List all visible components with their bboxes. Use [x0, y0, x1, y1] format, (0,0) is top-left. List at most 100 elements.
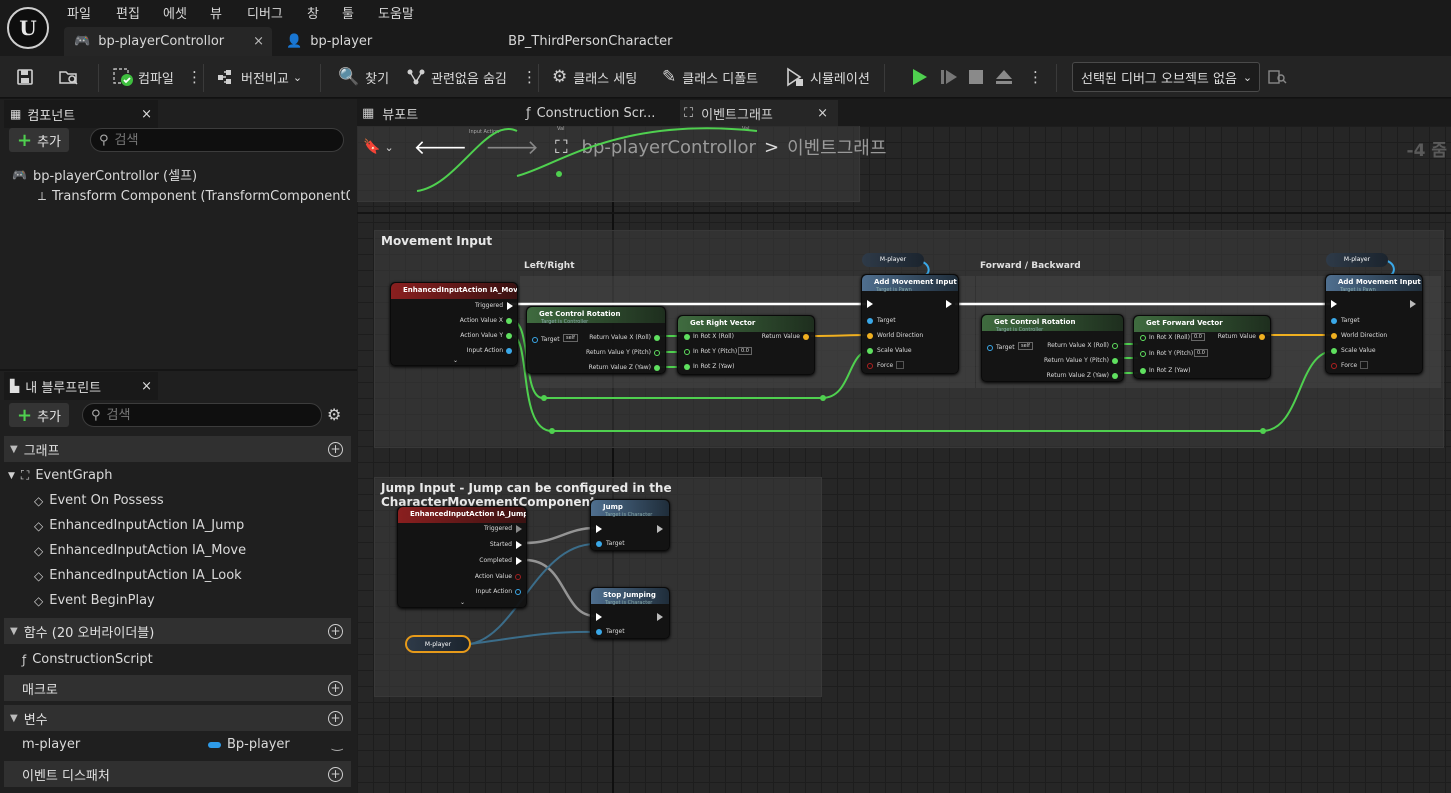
chevron-down-icon[interactable]: ⌄	[460, 599, 465, 606]
float-pin[interactable]	[506, 318, 512, 324]
variable-get-m-player-selected[interactable]: M-player	[405, 635, 471, 653]
checkbox[interactable]	[1360, 361, 1368, 369]
menu-window[interactable]: 창	[307, 3, 319, 22]
node-add-movement-input[interactable]: Add Movement Input Target is Pawn Target…	[861, 274, 959, 374]
close-icon[interactable]: ×	[141, 107, 152, 122]
close-icon[interactable]: ×	[141, 379, 152, 394]
section-macros[interactable]: 매크로 +	[4, 675, 351, 701]
float-pin[interactable]	[654, 335, 660, 341]
exec-pin[interactable]	[516, 525, 522, 533]
component-root[interactable]: 🎮 bp-playerControllor (셀프)	[12, 165, 197, 185]
object-pin[interactable]	[596, 629, 602, 635]
menu-asset[interactable]: 에셋	[163, 3, 187, 22]
blueprint-search-input[interactable]	[106, 407, 321, 423]
section-variables[interactable]: ▼ 변수 +	[4, 705, 351, 731]
vector-pin[interactable]	[1259, 334, 1265, 340]
variable-get-m-player[interactable]: M-player	[862, 253, 924, 267]
node-get-control-rotation[interactable]: Get Control Rotation Target is Controlle…	[526, 306, 666, 374]
object-pin[interactable]	[987, 345, 993, 351]
object-pin[interactable]	[867, 318, 873, 324]
components-tab[interactable]: ▦ 컴포넌트 ×	[4, 100, 158, 128]
event-item[interactable]: ◇ EnhancedInputAction IA_Look	[34, 568, 242, 583]
unreal-logo[interactable]: U	[7, 7, 49, 49]
float-pin[interactable]	[1112, 343, 1118, 349]
tab-bp-thirdpersoncharacter[interactable]: · BP_ThirdPersonCharacter	[486, 27, 726, 56]
menu-view[interactable]: 뷰	[210, 3, 222, 22]
event-item[interactable]: ◇ EnhancedInputAction IA_Move	[34, 543, 246, 558]
value-field[interactable]: 0.0	[1194, 349, 1208, 357]
float-pin[interactable]	[1140, 368, 1146, 374]
node-stop-jumping[interactable]: Stop Jumping Target is Character Target	[590, 587, 670, 639]
bool-pin[interactable]	[867, 363, 873, 369]
float-pin[interactable]	[654, 365, 660, 371]
event-item[interactable]: ◇ EnhancedInputAction IA_Jump	[34, 518, 244, 533]
exec-pin[interactable]	[507, 302, 513, 310]
exec-pin[interactable]	[1410, 300, 1416, 308]
save-button[interactable]	[16, 56, 34, 98]
eject-button[interactable]	[995, 56, 1013, 98]
node-jump[interactable]: Jump Target is Character Target	[590, 499, 670, 551]
menu-file[interactable]: 파일	[67, 3, 91, 22]
checkbox[interactable]	[896, 361, 904, 369]
bool-pin[interactable]	[515, 574, 521, 580]
exec-pin[interactable]	[516, 541, 522, 549]
node-get-right-vector[interactable]: Get Right Vector In Rot X (Roll) In Rot …	[677, 315, 815, 375]
value-field[interactable]: 0.0	[1191, 333, 1205, 341]
components-search-input[interactable]	[114, 132, 343, 148]
hide-unrelated-options-icon[interactable]: ⋮	[522, 56, 537, 98]
object-pin[interactable]	[506, 348, 512, 354]
object-pin[interactable]	[532, 337, 538, 343]
tab-construction-script[interactable]: ƒ Construction Scr...	[522, 100, 672, 126]
self-value[interactable]: self	[1018, 342, 1033, 350]
play-button[interactable]	[910, 56, 928, 98]
node-add-movement-input[interactable]: Add Movement Input Target is Pawn Target…	[1325, 274, 1423, 374]
add-macro-icon[interactable]: +	[328, 680, 343, 696]
add-function-icon[interactable]: +	[328, 623, 343, 639]
debug-object-select[interactable]: 선택된 디버그 오브젝트 없음 ⌄	[1072, 62, 1260, 92]
exec-pin[interactable]	[946, 300, 952, 308]
gear-icon[interactable]: ⚙	[327, 405, 341, 424]
event-graph-item[interactable]: ▼ ⛶ EventGraph	[8, 468, 112, 483]
close-icon[interactable]: ×	[817, 106, 828, 121]
object-pin[interactable]	[596, 541, 602, 547]
chevron-down-icon[interactable]: ⌄	[453, 357, 458, 364]
menu-edit[interactable]: 편집	[116, 3, 140, 22]
add-component-button[interactable]: + 추가	[9, 128, 70, 152]
hide-unrelated-button[interactable]: 관련없음 숨김	[406, 56, 507, 98]
find-button[interactable]: 🔍 찾기	[338, 56, 389, 98]
self-value[interactable]: self	[563, 334, 578, 342]
compile-button[interactable]: 컴파일	[112, 56, 174, 98]
exec-pin[interactable]	[596, 525, 602, 533]
float-pin[interactable]	[867, 348, 873, 354]
menu-help[interactable]: 도움말	[378, 3, 414, 22]
node-get-forward-vector[interactable]: Get Forward Vector In Rot X (Roll) 0.0 I…	[1133, 315, 1271, 379]
exec-pin[interactable]	[867, 300, 873, 308]
stop-button[interactable]	[968, 56, 984, 98]
vector-pin[interactable]	[803, 334, 809, 340]
menu-debug[interactable]: 디버그	[247, 3, 283, 22]
step-button[interactable]	[940, 56, 958, 98]
float-pin[interactable]	[1140, 351, 1146, 357]
exec-pin[interactable]	[1331, 300, 1337, 308]
component-transform[interactable]: ⟂ Transform Component (TransformComponen…	[38, 189, 350, 204]
float-pin[interactable]	[1331, 348, 1337, 354]
event-item[interactable]: ◇ Event BeginPlay	[34, 593, 155, 608]
float-pin[interactable]	[684, 334, 690, 340]
event-item[interactable]: ◇ Event On Possess	[34, 493, 164, 508]
float-pin[interactable]	[684, 364, 690, 370]
compile-options-icon[interactable]: ⋮	[187, 56, 202, 98]
section-functions[interactable]: ▼ 함수 (20 오버라이더블) +	[4, 618, 351, 644]
float-pin[interactable]	[1112, 358, 1118, 364]
blueprint-search[interactable]: ⚲	[82, 403, 322, 427]
event-graph-canvas[interactable]: Input Action Val Val 🔖 ⌄ 🡐 🡒 ⛶ bp-player…	[357, 126, 1451, 793]
debug-find-button[interactable]	[1268, 56, 1288, 98]
browse-button[interactable]	[58, 56, 80, 98]
node-ia-move-event[interactable]: EnhancedInputAction IA_Move Triggered Ac…	[390, 282, 518, 366]
my-blueprint-tab[interactable]: ▙ 내 블루프린트 ×	[4, 372, 158, 400]
float-pin[interactable]	[1140, 335, 1146, 341]
vector-pin[interactable]	[1331, 333, 1337, 339]
exec-pin[interactable]	[657, 525, 663, 533]
exec-pin[interactable]	[657, 613, 663, 621]
add-graph-icon[interactable]: +	[328, 441, 343, 457]
tab-event-graph[interactable]: ⛶ 이벤트그래프 ×	[680, 100, 838, 126]
